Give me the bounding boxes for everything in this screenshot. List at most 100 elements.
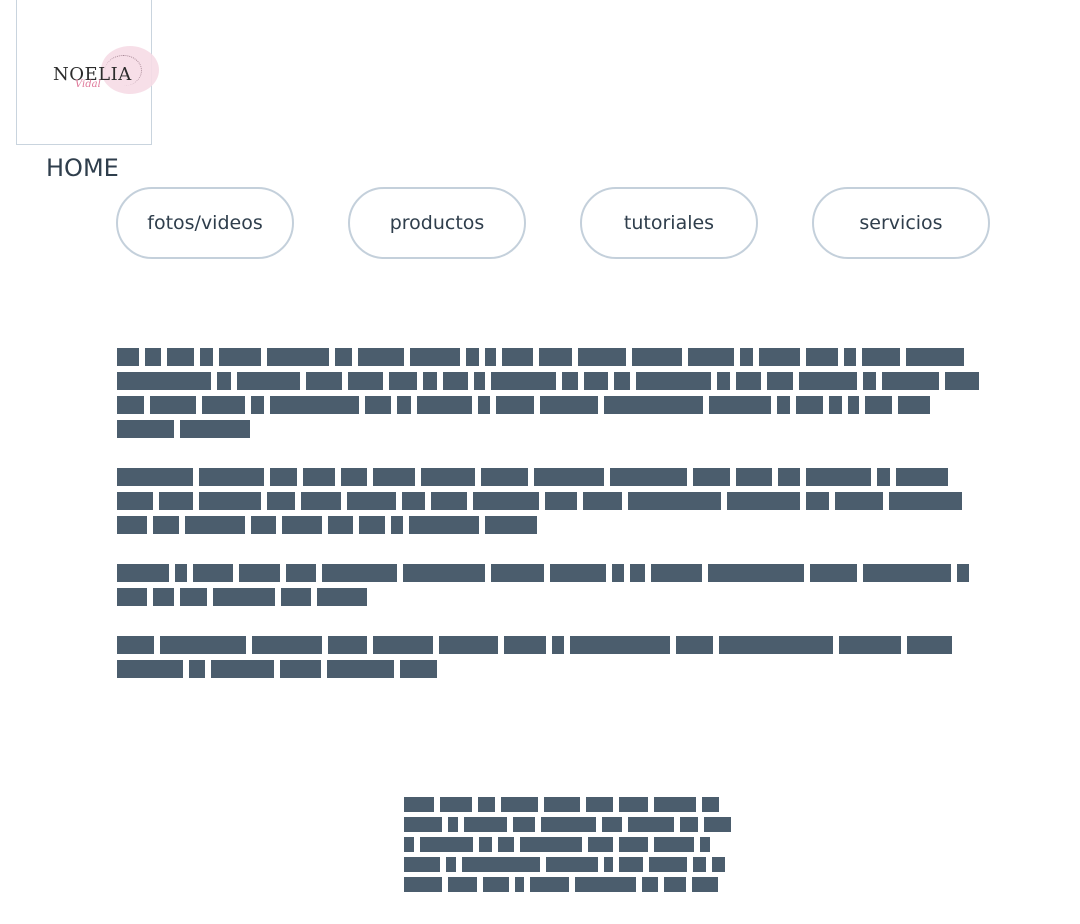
redacted-word	[610, 468, 687, 486]
redacted-word	[552, 636, 564, 654]
redacted-word	[806, 492, 829, 510]
redacted-word	[328, 636, 367, 654]
redacted-word	[575, 877, 636, 892]
redacted-word	[251, 396, 264, 414]
redacted-word	[882, 372, 939, 390]
logo[interactable]: NOELIA Vidal	[16, 0, 159, 145]
redacted-word	[530, 877, 569, 892]
redacted-word	[301, 492, 341, 510]
redacted-word	[270, 468, 297, 486]
redacted-word	[619, 797, 648, 812]
nav-button-productos[interactable]: productos	[348, 187, 526, 259]
redacted-word	[736, 372, 761, 390]
redacted-line	[404, 837, 737, 852]
redacted-word	[628, 817, 674, 832]
redacted-word	[604, 396, 703, 414]
redacted-word	[945, 372, 979, 390]
redacted-word	[481, 468, 528, 486]
redacted-line	[404, 817, 737, 832]
redacted-word	[612, 564, 624, 582]
redacted-word	[736, 468, 772, 486]
redacted-word	[117, 564, 169, 582]
redacted-word	[421, 468, 475, 486]
redacted-word	[498, 837, 514, 852]
redacted-word	[373, 468, 415, 486]
redacted-word	[306, 372, 342, 390]
redacted-word	[117, 348, 139, 366]
redacted-word	[193, 564, 233, 582]
redacted-word	[491, 372, 556, 390]
redacted-word	[117, 492, 153, 510]
nav-button-label: fotos/videos	[147, 212, 263, 234]
redacted-word	[282, 516, 322, 534]
redacted-word	[907, 636, 952, 654]
redacted-word	[213, 588, 275, 606]
redacted-word	[448, 817, 458, 832]
redacted-word	[504, 636, 546, 654]
redacted-word	[848, 396, 859, 414]
redacted-word	[704, 817, 731, 832]
redacted-word	[200, 348, 213, 366]
redacted-word	[397, 396, 411, 414]
redacted-word	[464, 817, 507, 832]
redacted-word	[175, 564, 187, 582]
nav-button-fotos-videos[interactable]: fotos/videos	[116, 187, 294, 259]
redacted-word	[211, 660, 274, 678]
redacted-word	[636, 372, 711, 390]
redacted-word	[167, 348, 194, 366]
redacted-word	[586, 797, 613, 812]
redacted-word	[693, 857, 706, 872]
redacted-word	[117, 372, 211, 390]
redacted-word	[391, 516, 403, 534]
redacted-word	[654, 797, 696, 812]
redacted-word	[410, 348, 460, 366]
redacted-word	[584, 372, 608, 390]
redacted-word	[651, 564, 702, 582]
redacted-word	[440, 797, 472, 812]
redacted-line	[117, 492, 968, 510]
redacted-word	[799, 372, 857, 390]
redacted-word	[676, 636, 713, 654]
redacted-line	[117, 636, 958, 654]
redacted-word	[252, 636, 322, 654]
redacted-word	[630, 564, 645, 582]
redacted-word	[862, 348, 900, 366]
redacted-word	[322, 564, 397, 582]
redacted-word	[117, 660, 183, 678]
redacted-word	[439, 636, 498, 654]
redacted-word	[483, 877, 509, 892]
redacted-word	[619, 837, 648, 852]
redacted-word	[810, 564, 857, 582]
redacted-word	[359, 516, 385, 534]
redacted-word	[478, 396, 490, 414]
redacted-word	[513, 817, 535, 832]
redacted-word	[404, 797, 434, 812]
redacted-word	[562, 372, 578, 390]
redacted-word	[180, 420, 250, 438]
redacted-word	[270, 396, 359, 414]
redacted-word	[906, 348, 964, 366]
redacted-word	[281, 588, 311, 606]
redacted-word	[478, 797, 495, 812]
redacted-word	[446, 857, 456, 872]
redacted-word	[219, 348, 261, 366]
redacted-word	[546, 857, 598, 872]
redacted-word	[550, 564, 606, 582]
redacted-word	[502, 348, 533, 366]
redacted-word	[237, 372, 300, 390]
redacted-word	[267, 348, 329, 366]
redacted-line	[117, 420, 985, 438]
redacted-word	[539, 348, 572, 366]
nav-button-tutoriales[interactable]: tutoriales	[580, 187, 758, 259]
redacted-word	[373, 636, 433, 654]
redacted-word	[466, 348, 479, 366]
redacted-word	[588, 837, 613, 852]
redacted-word	[578, 348, 626, 366]
redacted-line	[117, 468, 968, 486]
redacted-word	[404, 837, 414, 852]
redacted-word	[712, 857, 725, 872]
redacted-word	[328, 516, 353, 534]
redacted-word	[570, 636, 670, 654]
redacted-word	[727, 492, 800, 510]
nav-button-servicios[interactable]: servicios	[812, 187, 990, 259]
